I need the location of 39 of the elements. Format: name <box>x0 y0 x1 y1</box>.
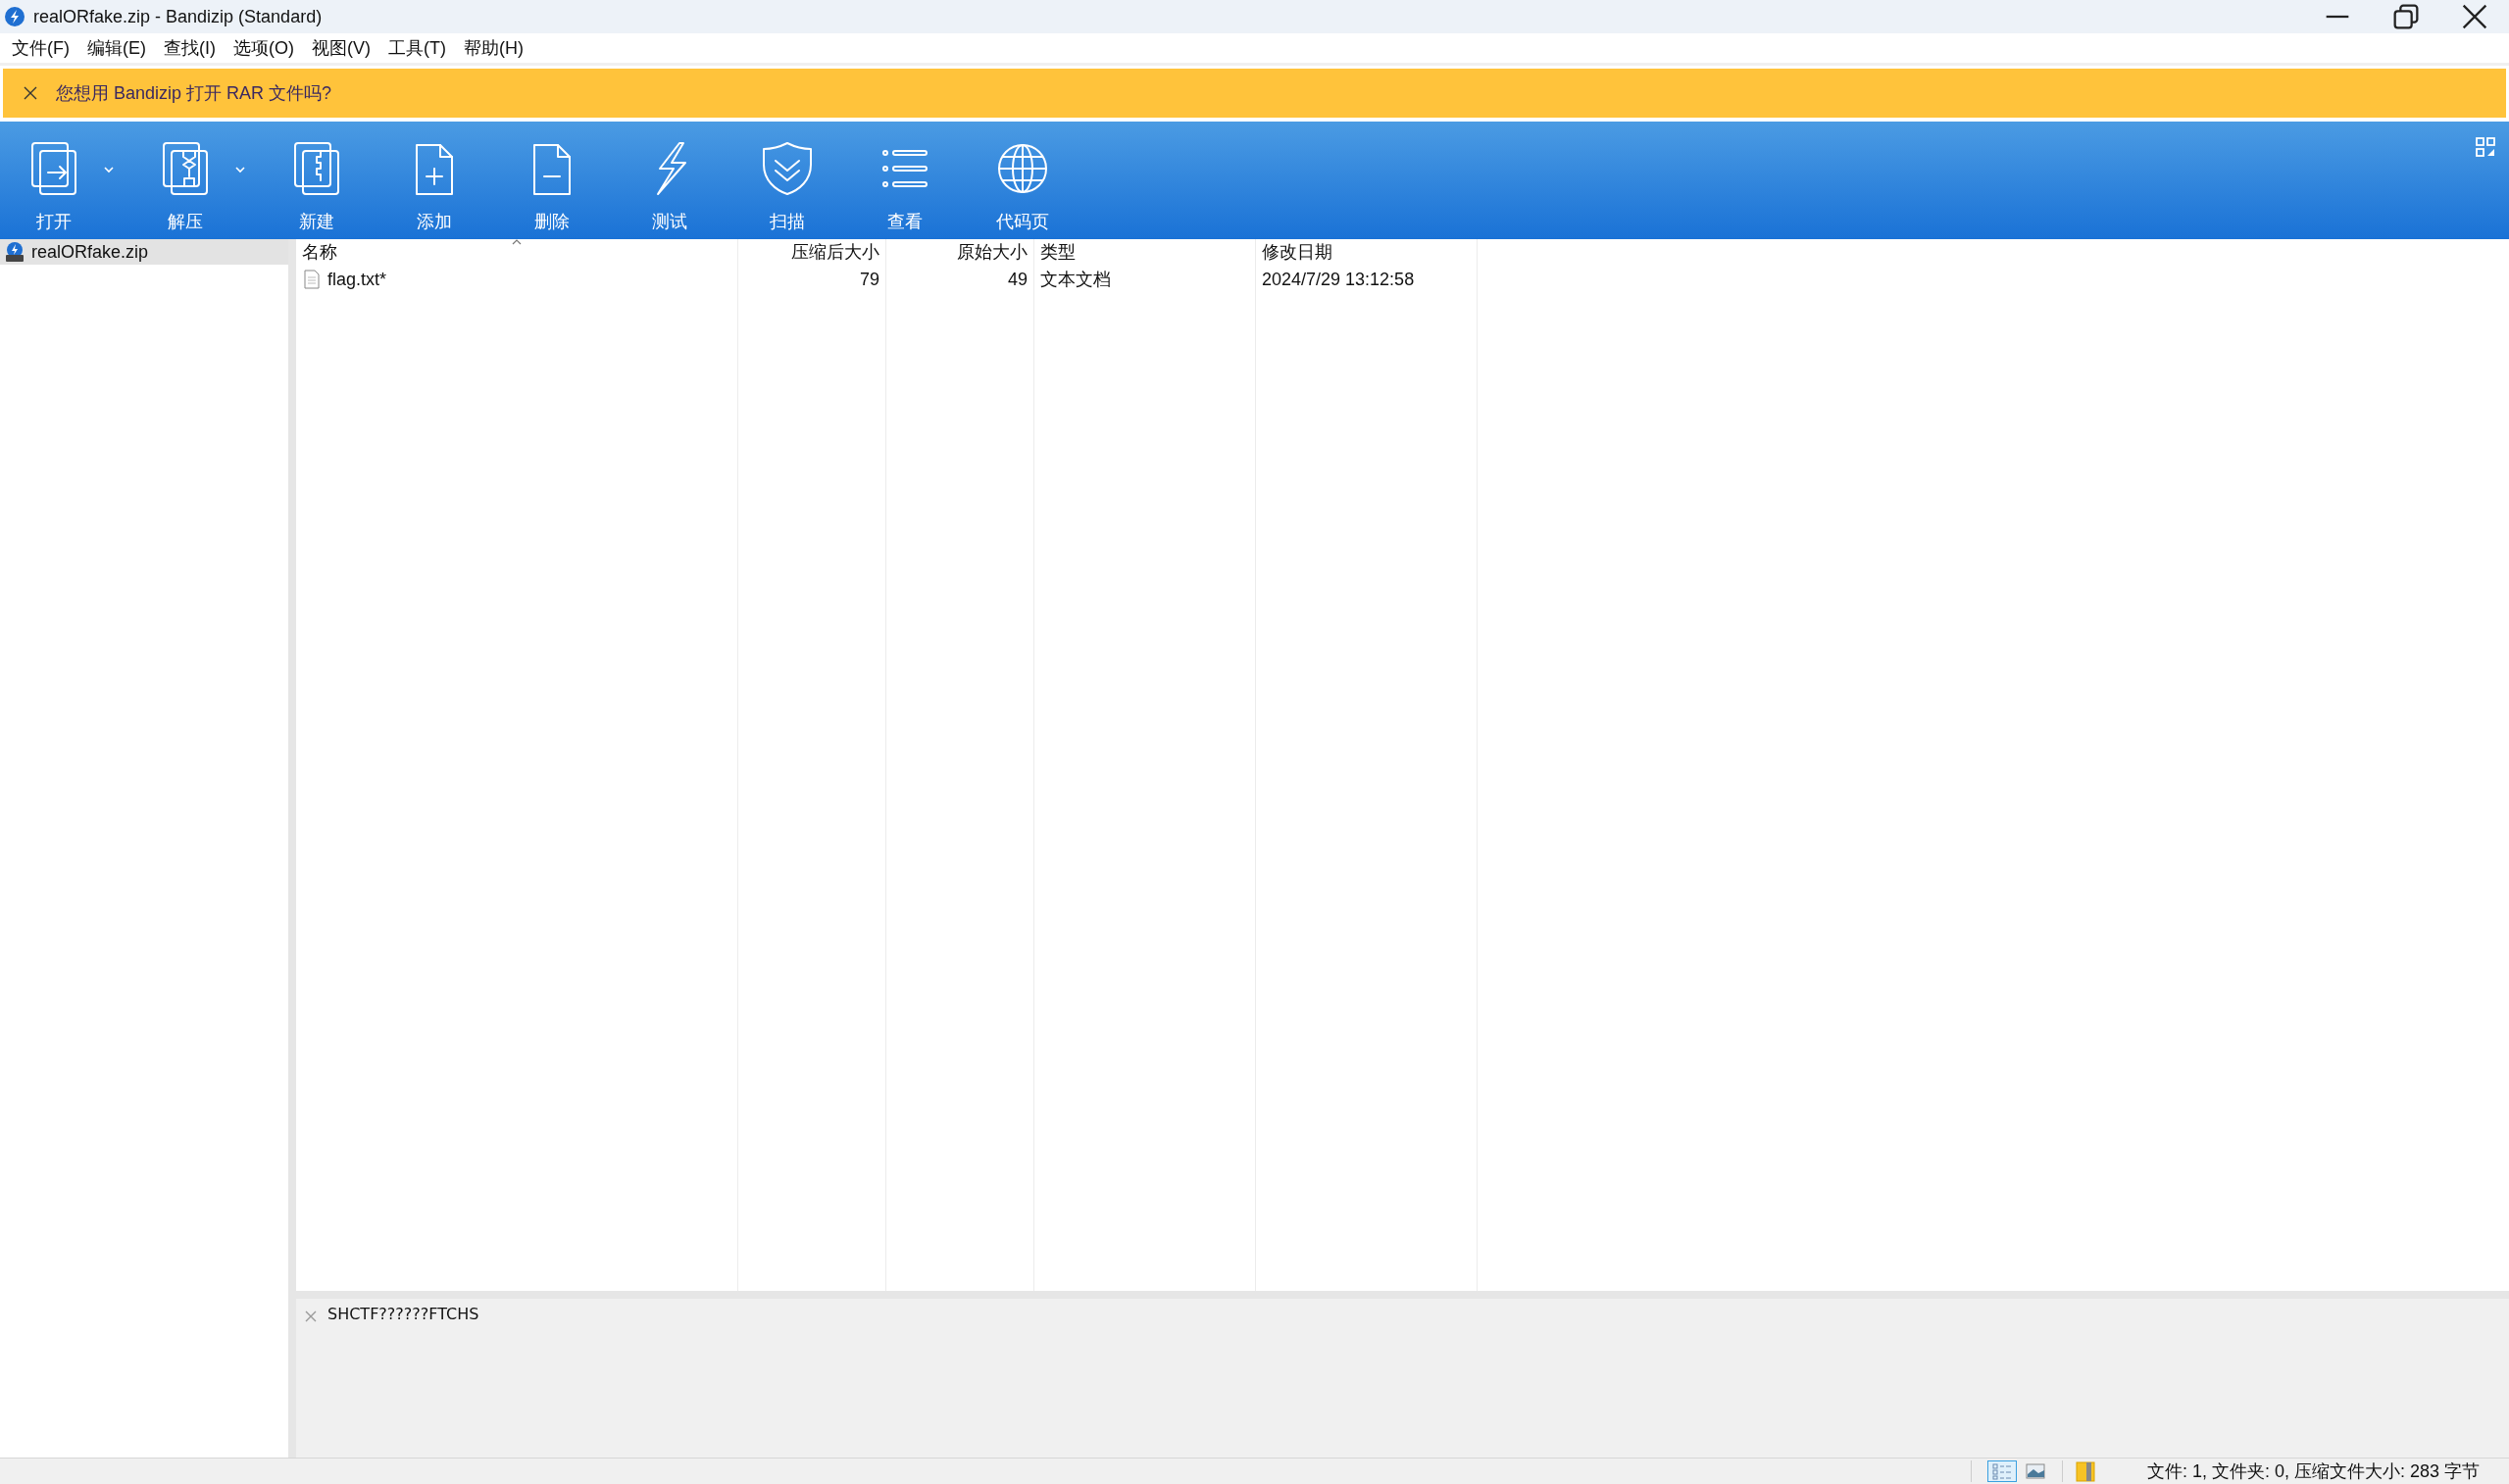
tree-item[interactable]: realORfake.zip <box>0 239 288 265</box>
menu-item[interactable]: 文件(F) <box>4 36 79 60</box>
toolbar-button[interactable]: 删除 <box>512 122 592 233</box>
table-cell: 79 <box>859 269 879 290</box>
banner-message: 您想用 Bandizip 打开 RAR 文件吗? <box>56 82 332 105</box>
menu-item[interactable]: 编辑(E) <box>79 36 156 60</box>
toolbar-button[interactable]: 扫描 <box>747 122 828 233</box>
archive-comment: SHCTF??????FTCHS <box>327 1305 479 1323</box>
menu-item[interactable]: 工具(T) <box>380 36 456 60</box>
table-cell: 49 <box>1007 269 1028 290</box>
caret-icon <box>233 165 247 174</box>
menu-item[interactable]: 查找(I) <box>156 36 226 60</box>
window-title: realORfake.zip - Bandizip (Standard) <box>33 6 324 27</box>
caret-icon <box>102 165 116 174</box>
table-cell-text: 文本文档 <box>1040 269 1111 291</box>
layout-icon[interactable] <box>2476 137 2495 157</box>
picture-view-icon <box>2025 1462 2045 1480</box>
toolbar-button[interactable]: 打开 <box>14 122 129 233</box>
menu-item[interactable]: 帮助(H) <box>455 36 533 60</box>
table-cell: 2024/7/29 13:12:58 <box>1262 269 1415 290</box>
toolbar-button[interactable]: 查看 <box>865 122 945 233</box>
archive-icon <box>4 241 25 263</box>
text-file-icon <box>304 270 320 289</box>
tree-item-label: realORfake.zip <box>31 241 149 263</box>
toolbar-button[interactable]: 添加 <box>394 122 475 233</box>
file-name[interactable]: flag.txt* <box>327 269 387 290</box>
toolbar-button[interactable]: 测试 <box>629 122 710 233</box>
status-text: 文件: 1, 文件夹: 0, 压缩文件大小: 283 字节 <box>2146 1460 2480 1483</box>
details-view-icon <box>1991 1462 2012 1480</box>
toolbar-button[interactable]: 新建 <box>276 122 357 233</box>
menu-item[interactable]: 视图(V) <box>304 36 380 60</box>
menu-item[interactable]: 选项(O) <box>226 36 304 60</box>
toolbar-button[interactable]: 代码页 <box>982 122 1063 233</box>
sort-ascending-icon <box>510 237 524 247</box>
app-logo-icon <box>4 6 25 27</box>
shield-icon <box>760 139 815 198</box>
view-mode-button[interactable] <box>1986 1460 2017 1482</box>
close-icon[interactable] <box>23 85 38 101</box>
toolbar-button[interactable]: 解压 <box>145 122 261 233</box>
